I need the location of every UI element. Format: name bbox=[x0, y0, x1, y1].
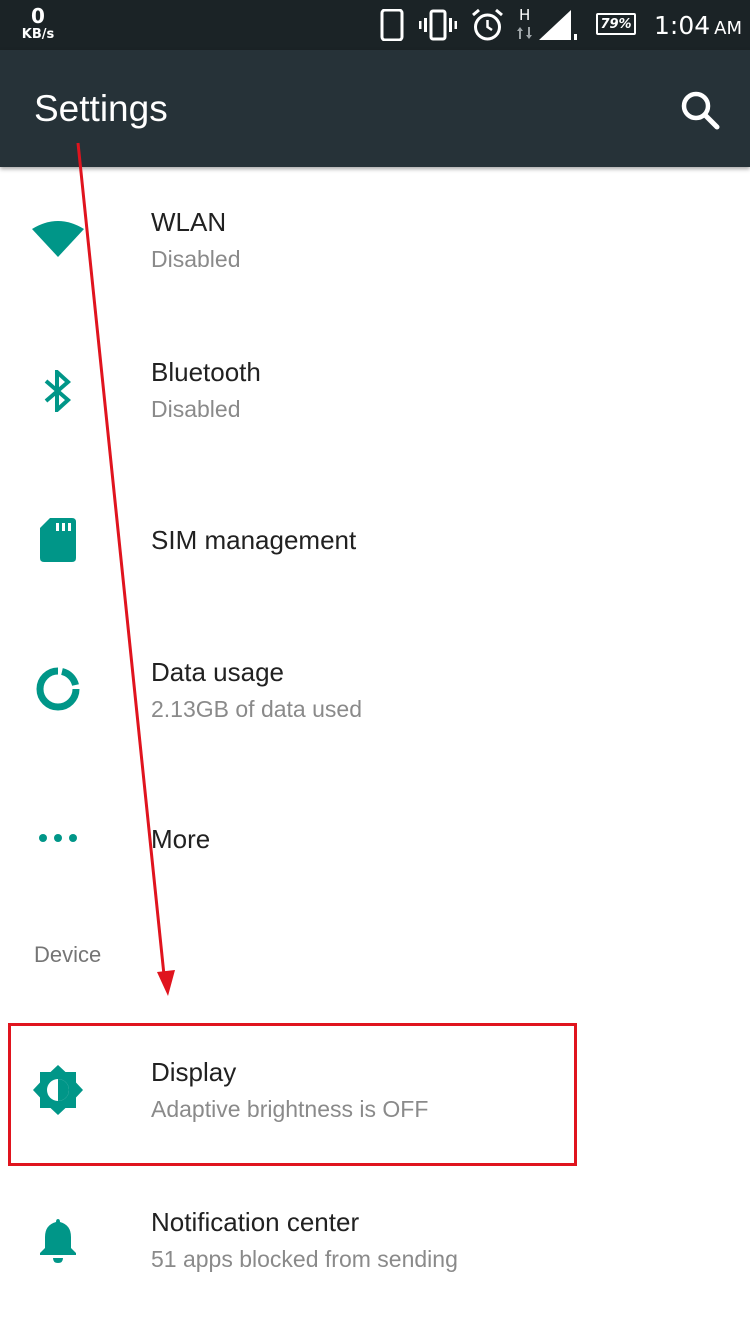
settings-item-title: More bbox=[151, 824, 211, 854]
data-activity-icon bbox=[517, 27, 532, 39]
settings-item-sim-management[interactable]: SIM management bbox=[0, 467, 750, 617]
phone-outline-icon bbox=[380, 9, 404, 41]
settings-item-subtitle: 51 apps blocked from sending bbox=[151, 1246, 458, 1272]
network-type-label: H bbox=[519, 6, 531, 24]
app-bar: Settings bbox=[0, 50, 750, 167]
settings-item-title: Data usage bbox=[151, 657, 284, 687]
settings-item-subtitle: Disabled bbox=[151, 396, 241, 422]
settings-item-title: Bluetooth bbox=[151, 357, 261, 387]
page-title: Settings bbox=[34, 88, 168, 129]
clock-time: 1:04 bbox=[654, 11, 711, 40]
more-dots-icon bbox=[28, 808, 88, 868]
battery-level: 79% bbox=[600, 16, 632, 32]
settings-item-wlan[interactable]: WLAN Disabled bbox=[0, 167, 750, 317]
status-clock: 1:04 AM bbox=[654, 11, 742, 40]
brightness-icon bbox=[28, 1060, 88, 1120]
settings-item-title: Notification center bbox=[151, 1207, 360, 1237]
settings-item-data-usage[interactable]: Data usage 2.13GB of data used bbox=[0, 617, 750, 767]
alarm-icon bbox=[472, 8, 503, 41]
section-header-device: Device bbox=[34, 942, 102, 967]
settings-item-notification-center[interactable]: Notification center 51 apps blocked from… bbox=[0, 1167, 750, 1317]
settings-item-subtitle: 2.13GB of data used bbox=[151, 696, 362, 722]
settings-item-bluetooth[interactable]: Bluetooth Disabled bbox=[0, 317, 750, 467]
status-bar: 0 KB/s H 79% 1:04 AM bbox=[0, 0, 750, 50]
sim-card-icon bbox=[28, 510, 88, 570]
clock-ampm: AM bbox=[714, 18, 742, 39]
settings-item-title: WLAN bbox=[151, 207, 227, 237]
network-speed: 0 KB/s bbox=[16, 6, 60, 41]
battery-icon: 79% bbox=[596, 13, 636, 35]
bluetooth-icon bbox=[28, 361, 88, 421]
signal-icon bbox=[539, 10, 577, 40]
data-usage-icon bbox=[28, 659, 88, 719]
network-speed-value: 0 bbox=[31, 4, 45, 28]
vibrate-icon bbox=[419, 9, 457, 41]
search-button[interactable] bbox=[670, 80, 730, 140]
settings-item-title: SIM management bbox=[151, 525, 357, 555]
bell-icon bbox=[28, 1210, 88, 1270]
network-speed-unit: KB/s bbox=[21, 27, 55, 42]
settings-item-subtitle: Disabled bbox=[151, 246, 241, 272]
search-icon bbox=[681, 91, 720, 130]
settings-item-more[interactable]: More bbox=[0, 767, 750, 917]
settings-item-title: Display bbox=[151, 1057, 237, 1087]
settings-item-subtitle: Adaptive brightness is OFF bbox=[151, 1096, 429, 1122]
wifi-icon bbox=[28, 209, 88, 269]
settings-item-display[interactable]: Display Adaptive brightness is OFF bbox=[0, 1017, 750, 1167]
